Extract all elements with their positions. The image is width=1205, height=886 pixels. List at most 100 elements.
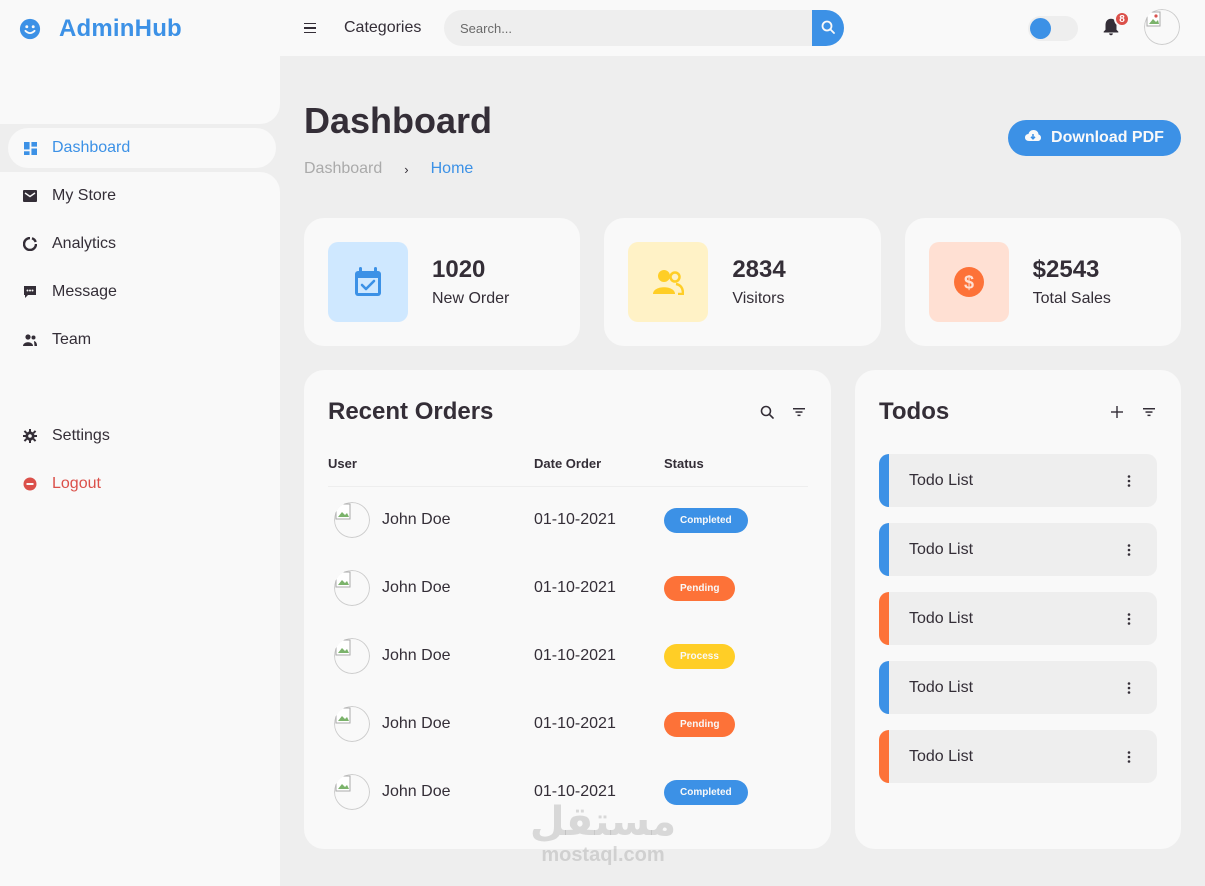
todo-label: Todo List — [909, 678, 974, 696]
more-vertical-icon[interactable] — [1121, 680, 1137, 696]
status-badge: Pending — [664, 575, 736, 601]
download-pdf-label: Download PDF — [1051, 129, 1164, 146]
bell-icon — [1100, 18, 1122, 42]
filter-icon[interactable] — [791, 404, 807, 420]
team-icon — [22, 332, 38, 348]
dark-mode-switch[interactable] — [1028, 16, 1078, 41]
avatar — [334, 502, 370, 539]
logout-label: Logout — [52, 475, 101, 492]
table-row[interactable]: John Doe 01-10-2021 Completed — [328, 486, 808, 554]
todo-label: Todo List — [909, 540, 974, 558]
stat-card-visitors: 2834 Visitors — [604, 218, 881, 346]
calendar-check-icon — [328, 242, 408, 322]
order-user: John Doe — [382, 715, 451, 732]
new-order-value: 1020 — [432, 256, 486, 283]
sidebar-item-label: Team — [52, 331, 92, 348]
column-status: Status — [664, 444, 808, 487]
sidebar-item-label: Dashboard — [52, 139, 131, 156]
todo-item[interactable]: Todo List — [879, 592, 1157, 645]
more-vertical-icon[interactable] — [1121, 473, 1137, 489]
sidebar-link-team[interactable]: Team — [8, 320, 276, 360]
sidebar-item-settings: Settings — [0, 412, 280, 460]
sidebar: AdminHub Dashboard My Store Analytics Me… — [0, 0, 280, 886]
side-menu-bottom: Settings Logout — [0, 412, 280, 508]
total-sales-label: Total Sales — [1032, 290, 1111, 307]
dollar-circle-icon: $ — [928, 242, 1009, 322]
orders-title: Recent Orders — [328, 398, 494, 425]
chevron-right-icon: › — [404, 161, 409, 177]
todos-card: Todos Todo List Todo List Todo List Todo… — [855, 370, 1181, 849]
order-date: 01-10-2021 — [534, 511, 616, 529]
watermark-latin: mostaql.com — [541, 844, 665, 866]
todo-label: Todo List — [909, 747, 974, 765]
side-menu: Dashboard My Store Analytics Message Tea… — [0, 124, 280, 364]
search-form — [444, 10, 844, 46]
sidebar-item-label: Message — [52, 283, 117, 300]
order-date: 01-10-2021 — [534, 647, 616, 664]
plus-icon[interactable] — [1109, 404, 1125, 420]
todo-item[interactable]: Todo List — [879, 523, 1157, 576]
search-icon[interactable] — [759, 404, 775, 420]
orders-head: Recent Orders — [328, 394, 807, 430]
stat-card-total-sales: $ $2543 Total Sales — [904, 218, 1181, 346]
filter-icon[interactable] — [1141, 404, 1157, 420]
sidebar-link-dashboard[interactable]: Dashboard — [8, 128, 276, 168]
settings-link[interactable]: Settings — [8, 416, 276, 456]
page-title: Dashboard — [304, 100, 493, 141]
status-badge: Pending — [664, 711, 736, 737]
avatar[interactable] — [1144, 9, 1180, 45]
table-row[interactable]: John Doe 01-10-2021 Process — [328, 622, 808, 690]
sidebar-item-analytics: Analytics — [0, 220, 280, 268]
notification-count: 8 — [1114, 11, 1130, 27]
download-pdf-button[interactable]: Download PDF — [1008, 120, 1181, 156]
sidebar-item-my-store: My Store — [0, 172, 280, 220]
sidebar-item-label: My Store — [52, 187, 117, 204]
table-header: User Date Order Status — [328, 444, 808, 487]
more-vertical-icon[interactable] — [1121, 611, 1137, 627]
todo-item[interactable]: Todo List — [879, 730, 1157, 783]
brand-name: AdminHub — [59, 15, 182, 42]
sidebar-item-logout: Logout — [0, 460, 280, 508]
sidebar-link-my-store[interactable]: My Store — [8, 176, 276, 216]
order-user: John Doe — [382, 783, 451, 800]
visitors-label: Visitors — [732, 290, 785, 307]
store-icon — [22, 188, 38, 204]
svg-text:$: $ — [964, 273, 974, 293]
brand-logo[interactable]: AdminHub — [18, 12, 182, 46]
visitors-value: 2834 — [732, 256, 786, 283]
notification-button[interactable]: 8 — [1100, 11, 1130, 42]
table-row[interactable]: John Doe 01-10-2021 Pending — [328, 554, 808, 622]
orders-table: User Date Order Status John Doe 01-10-20… — [328, 444, 808, 826]
column-date-order: Date Order — [534, 444, 664, 487]
avatar — [334, 774, 370, 810]
watermark: مستقل mostaql.com — [528, 800, 678, 867]
logout-icon — [22, 476, 38, 492]
order-date: 01-10-2021 — [534, 579, 616, 596]
table-row[interactable]: John Doe 01-10-2021 Pending — [328, 690, 808, 758]
total-sales-value: $2543 — [1032, 256, 1100, 283]
status-badge: Completed — [664, 507, 748, 533]
order-user: John Doe — [382, 579, 451, 596]
breadcrumb-home[interactable]: Home — [431, 160, 474, 178]
menu-toggle-icon[interactable] — [304, 18, 320, 38]
analytics-icon — [22, 236, 38, 252]
search-input[interactable] — [444, 10, 812, 46]
avatar — [334, 706, 370, 742]
logout-link[interactable]: Logout — [8, 464, 276, 504]
breadcrumb-dashboard[interactable]: Dashboard — [304, 160, 382, 178]
search-button[interactable] — [812, 10, 844, 46]
categories-link[interactable]: Categories — [344, 19, 421, 37]
todo-item[interactable]: Todo List — [879, 661, 1157, 714]
sidebar-link-analytics[interactable]: Analytics — [8, 224, 276, 264]
todo-label: Todo List — [909, 609, 974, 627]
sidebar-item-team: Team — [0, 316, 280, 364]
avatar — [334, 570, 370, 606]
recent-orders-card: Recent Orders User Date Order Status Joh… — [304, 370, 831, 849]
top-navbar: Categories 8 — [280, 0, 1205, 56]
todo-item[interactable]: Todo List — [879, 454, 1157, 507]
more-vertical-icon[interactable] — [1121, 542, 1137, 558]
status-badge: Process — [664, 643, 735, 669]
sidebar-link-message[interactable]: Message — [8, 272, 276, 312]
more-vertical-icon[interactable] — [1121, 749, 1137, 765]
order-date: 01-10-2021 — [534, 715, 616, 732]
